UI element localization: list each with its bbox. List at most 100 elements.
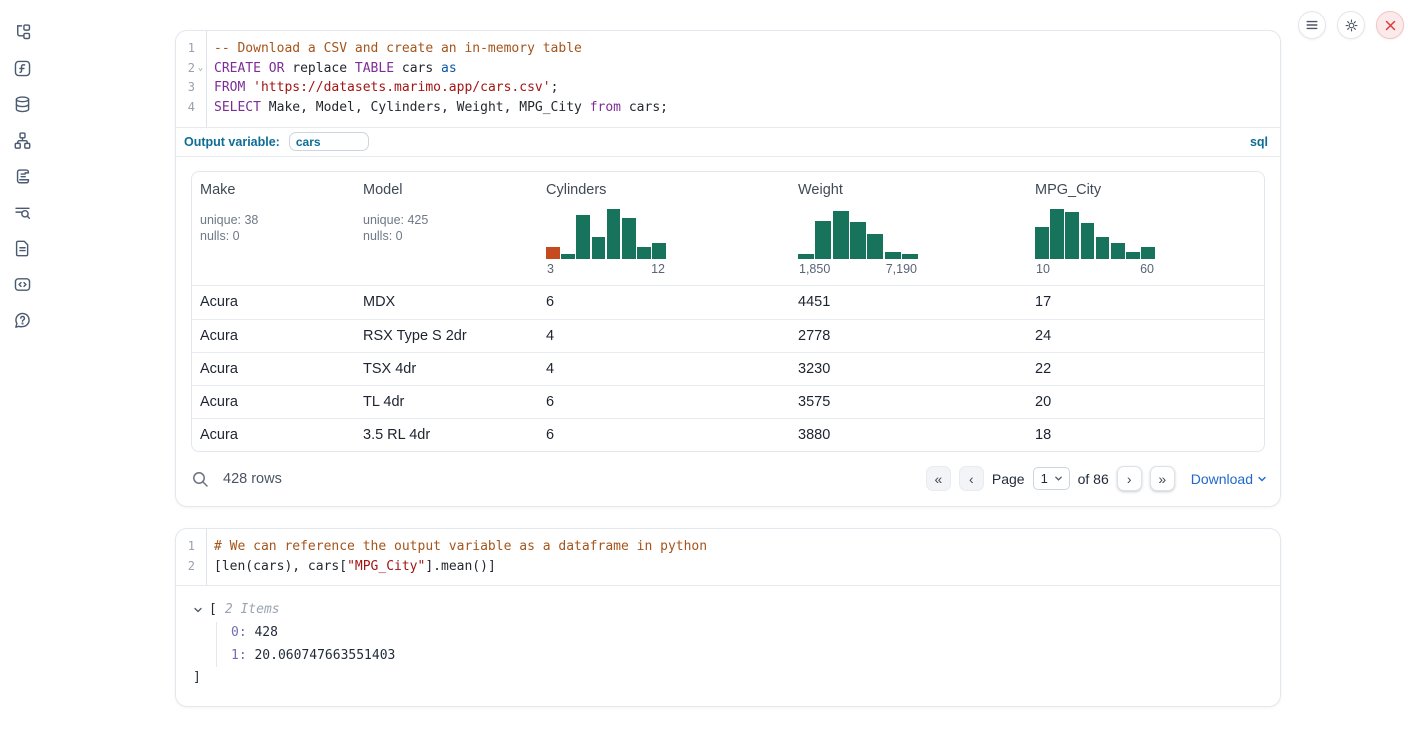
download-button[interactable]: Download — [1191, 471, 1267, 487]
table-row[interactable]: AcuraTSX 4dr4323022 — [192, 352, 1264, 385]
code-line: 1# We can reference the output variable … — [176, 537, 1280, 557]
database-icon[interactable] — [13, 95, 32, 114]
code-line: 2 [len(cars), cars["MPG_City"].mean()] — [176, 557, 1280, 577]
histogram-bar[interactable] — [850, 222, 866, 258]
table-row[interactable]: Acura3.5 RL 4dr6388018 — [192, 418, 1264, 451]
histogram-bar[interactable] — [622, 218, 636, 259]
column-header-make[interactable]: Makeunique: 38nulls: 0 — [192, 172, 355, 285]
code-line: 3FROM 'https://datasets.marimo.app/cars.… — [176, 78, 1280, 98]
histogram-bar[interactable] — [1126, 252, 1140, 259]
code-text: [len(cars), cars["MPG_City"].mean()] — [206, 557, 496, 577]
table-cell: 20 — [1027, 394, 1264, 410]
histogram-bar[interactable] — [885, 252, 901, 259]
sql-code-editor[interactable]: 1-- Download a CSV and create an in-memo… — [176, 31, 1280, 127]
code-text: # We can reference the output variable a… — [206, 537, 707, 557]
table-cell: RSX Type S 2dr — [355, 328, 538, 344]
table-row[interactable]: AcuraTL 4dr6357520 — [192, 385, 1264, 418]
histogram-bar[interactable] — [1050, 209, 1064, 258]
column-name: Weight — [798, 182, 1019, 198]
log-search-icon[interactable] — [13, 203, 32, 222]
histogram-bar[interactable] — [637, 247, 651, 258]
histogram-bar[interactable] — [1141, 247, 1155, 258]
table-cell: Acura — [192, 294, 355, 310]
histogram-bar[interactable] — [607, 209, 621, 258]
column-histogram: 312 — [546, 207, 666, 276]
fold-spacer — [195, 78, 206, 98]
column-header-mpg_city[interactable]: MPG_City1060 — [1027, 172, 1264, 285]
table-footer: 428 rows « ‹ Page 1 of 86 › » Download — [176, 452, 1280, 506]
histogram-bar[interactable] — [815, 221, 831, 258]
table-row[interactable]: AcuraRSX Type S 2dr4277824 — [192, 319, 1264, 352]
prev-page-button[interactable]: ‹ — [959, 466, 984, 491]
gear-icon — [1344, 18, 1359, 33]
histogram-bar[interactable] — [1035, 227, 1049, 259]
table-cell: 3880 — [790, 427, 1027, 443]
snippets-icon[interactable] — [13, 275, 32, 294]
close-button[interactable] — [1376, 11, 1404, 39]
table-cell: Acura — [192, 427, 355, 443]
settings-button[interactable] — [1337, 11, 1365, 39]
page-label: Page — [992, 471, 1025, 487]
histogram-bar[interactable] — [902, 254, 918, 259]
histogram-bar[interactable] — [561, 254, 575, 259]
fold-spacer — [195, 557, 206, 577]
collapse-chevron-icon[interactable] — [193, 605, 203, 615]
tree-entries: 0: 4281: 20.060747663551403 — [216, 622, 1264, 667]
document-icon[interactable] — [13, 239, 32, 258]
histogram-bar[interactable] — [798, 254, 814, 259]
fold-spacer — [195, 537, 206, 557]
histogram-axis-labels: 1060 — [1035, 262, 1155, 276]
chevron-down-icon — [1054, 474, 1063, 483]
histogram-bar[interactable] — [592, 237, 606, 259]
function-icon[interactable] — [13, 59, 32, 78]
python-code-editor[interactable]: 1# We can reference the output variable … — [176, 529, 1280, 585]
close-icon — [1384, 19, 1397, 32]
python-output: [ 2 Items 0: 4281: 20.060747663551403 ] — [176, 585, 1280, 706]
column-name: Cylinders — [546, 182, 782, 198]
table-cell: TL 4dr — [355, 394, 538, 410]
column-stats: unique: 425nulls: 0 — [363, 212, 530, 245]
column-header-weight[interactable]: Weight1,8507,190 — [790, 172, 1027, 285]
scroll-icon[interactable] — [13, 167, 32, 186]
table-cell: 24 — [1027, 328, 1264, 344]
column-header-cylinders[interactable]: Cylinders 312 — [538, 172, 790, 285]
search-icon[interactable] — [191, 470, 209, 488]
column-name: Make — [200, 182, 347, 198]
file-tree-icon[interactable] — [13, 23, 32, 42]
histogram-bar[interactable] — [546, 247, 560, 258]
histogram-bars — [1035, 207, 1155, 259]
tree-key: 1: — [231, 648, 247, 663]
histogram-bar[interactable] — [1065, 212, 1079, 259]
notebook-content: 1-- Download a CSV and create an in-memo… — [175, 30, 1281, 707]
histogram-bar[interactable] — [833, 211, 849, 259]
line-number: 2 — [176, 557, 195, 577]
column-header-model[interactable]: Modelunique: 425nulls: 0 — [355, 172, 538, 285]
line-number: 2 — [176, 59, 195, 79]
dependency-graph-icon[interactable] — [13, 131, 32, 150]
page-select[interactable]: 1 — [1033, 467, 1070, 490]
tree-root-row: [ 2 Items — [193, 602, 1264, 617]
first-page-button[interactable]: « — [926, 466, 951, 491]
output-variable-input[interactable] — [289, 132, 369, 151]
line-number: 4 — [176, 98, 195, 118]
items-count-label: 2 Items — [225, 602, 280, 617]
language-badge: sql — [1250, 135, 1268, 149]
histogram-bar[interactable] — [576, 215, 590, 259]
table-row[interactable]: AcuraMDX6445117 — [192, 286, 1264, 319]
table-cell: 3575 — [790, 394, 1027, 410]
help-icon[interactable] — [13, 311, 32, 330]
histogram-bar[interactable] — [1096, 237, 1110, 259]
output-variable-row: Output variable: sql — [176, 127, 1280, 157]
histogram-bar[interactable] — [652, 243, 666, 259]
menu-button[interactable] — [1298, 11, 1326, 39]
table-cell: 6 — [538, 427, 790, 443]
tree-entry: 0: 428 — [231, 622, 1264, 645]
histogram-bar[interactable] — [867, 234, 883, 259]
histogram-bar[interactable] — [1111, 243, 1125, 259]
last-page-button[interactable]: » — [1150, 466, 1175, 491]
histogram-bar[interactable] — [1081, 223, 1095, 258]
next-page-button[interactable]: › — [1117, 466, 1142, 491]
data-table: Makeunique: 38nulls: 0Modelunique: 425nu… — [191, 171, 1265, 452]
fold-chevron-icon[interactable]: ⌄ — [195, 59, 206, 79]
table-cell: 3.5 RL 4dr — [355, 427, 538, 443]
